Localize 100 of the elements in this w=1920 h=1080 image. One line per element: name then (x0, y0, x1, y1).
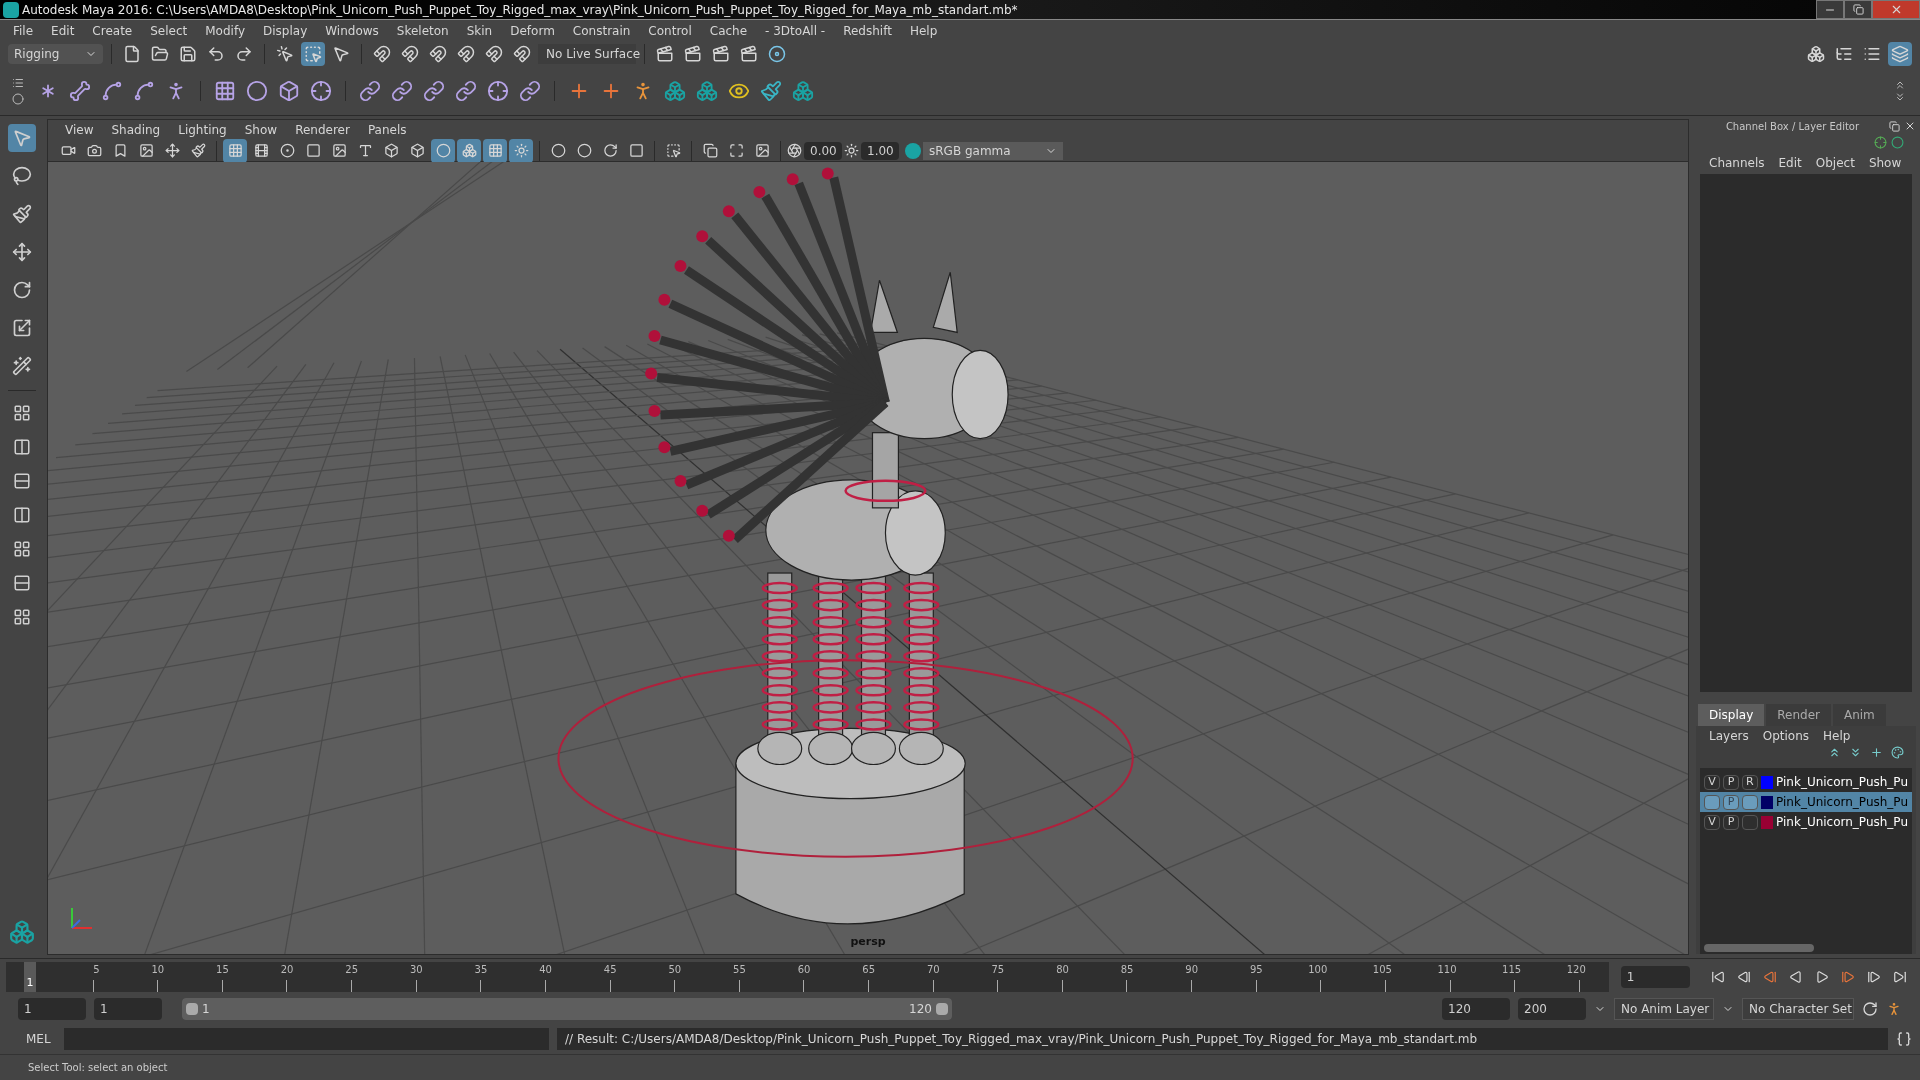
channel-box-icon[interactable] (1888, 42, 1912, 66)
visibility-toggle[interactable] (1704, 794, 1720, 810)
playback-start-field[interactable]: 1 (94, 998, 162, 1020)
range-start-handle[interactable] (186, 1003, 198, 1015)
character-set-dropdown[interactable]: No Character Set (1742, 998, 1854, 1020)
current-frame-field[interactable]: 1 (1620, 965, 1690, 988)
range-end-handle[interactable] (936, 1003, 948, 1015)
orient-constraint-icon[interactable] (422, 78, 446, 103)
time-slider[interactable]: 1 5 10 15 20 25 30 35 40 45 50 55 60 65 70 75 80 85 90 95 100 105 110 115 120 (6, 961, 1609, 992)
viewport-menu-item[interactable]: Shading (102, 121, 170, 139)
layer-color-swatch[interactable] (1760, 775, 1773, 789)
current-frame-marker[interactable]: 1 (24, 961, 36, 992)
pole-vector-icon[interactable] (518, 78, 542, 103)
frame-tick-label: 105 (1372, 962, 1392, 977)
layer-color-swatch[interactable] (1760, 815, 1773, 829)
range-slider[interactable]: 1 120 (182, 998, 952, 1020)
color-management-icon[interactable] (905, 142, 921, 159)
menu-item[interactable]: Help (900, 22, 947, 40)
start-frame-field[interactable]: 1 (18, 998, 86, 1020)
float-icon[interactable] (1889, 120, 1900, 132)
playback-end-field[interactable]: 120 (1442, 998, 1510, 1020)
menu-item[interactable]: Create (83, 22, 142, 40)
layer-row[interactable]: V P R Pink_Unicorn_Push_Pu (1700, 772, 1912, 792)
layer-row[interactable]: V P Pink_Unicorn_Push_Pu (1700, 812, 1912, 832)
menu-item[interactable]: Cache (700, 22, 757, 40)
circle-icon[interactable] (1891, 136, 1904, 149)
bone-icon[interactable] (68, 78, 92, 103)
color-space-dropdown[interactable]: sRGB gamma (923, 141, 1063, 160)
move-layer-up-icon[interactable] (1828, 746, 1841, 759)
layer-editor-tab[interactable]: Anim (1832, 704, 1886, 726)
channel-box-menu-item[interactable]: Edit (1773, 154, 1807, 172)
end-frame-field[interactable]: 200 (1518, 998, 1586, 1020)
layer-editor-tab[interactable]: Display (1698, 704, 1765, 726)
gamma-field[interactable]: 1.00 (861, 141, 899, 160)
menu-item[interactable]: Select (141, 22, 197, 40)
scale-constraint-icon[interactable] (454, 78, 478, 103)
menu-item[interactable]: Windows (316, 22, 388, 40)
menu-item[interactable]: File (4, 22, 43, 40)
paint-weights-icon[interactable] (759, 78, 783, 103)
menu-item[interactable]: Modify (196, 22, 254, 40)
playback-toggle[interactable]: P (1722, 794, 1739, 810)
layer-row[interactable]: P Pink_Unicorn_Push_Pu (1700, 792, 1912, 812)
reference-toggle[interactable] (1741, 794, 1758, 810)
playback-toggle[interactable]: P (1722, 774, 1739, 790)
menu-item[interactable]: Skeleton (387, 22, 458, 40)
mode-dropdown[interactable]: Rigging (8, 44, 103, 64)
viewport-menu-item[interactable]: Renderer (286, 121, 359, 139)
layer-editor-tab[interactable]: Render (1766, 704, 1831, 726)
layer-color-swatch[interactable] (1760, 795, 1773, 809)
new-layer-selected-icon[interactable] (1891, 746, 1904, 759)
command-language-label[interactable]: MEL (26, 1030, 56, 1048)
frame-tick-label: 85 (1120, 962, 1134, 977)
anim-layer-dropdown[interactable]: No Anim Layer (1614, 998, 1714, 1020)
gamma-icon[interactable] (844, 143, 859, 158)
move-layer-down-icon[interactable] (1849, 746, 1862, 759)
manipulator-icon[interactable] (1874, 136, 1887, 149)
script-editor-icon[interactable] (1896, 1031, 1912, 1047)
menu-item[interactable]: Skin (457, 22, 502, 40)
restore-button[interactable] (1844, 0, 1872, 19)
parent-constraint-icon[interactable] (358, 78, 382, 103)
reference-toggle[interactable] (1741, 814, 1758, 830)
channel-box-menu-item[interactable]: Object (1810, 154, 1860, 172)
channel-box-menu-item[interactable]: Show (1863, 154, 1907, 172)
viewport-menu-item[interactable]: View (56, 121, 103, 139)
select-tool-icon[interactable] (8, 124, 36, 152)
menu-item[interactable]: Constrain (563, 22, 640, 40)
menu-item[interactable]: Display (254, 22, 317, 40)
auto-key-icon[interactable] (1862, 1001, 1878, 1017)
control-curve[interactable] (557, 659, 1134, 858)
channel-box-menu-item[interactable]: Channels (1704, 154, 1770, 172)
light-icon[interactable] (509, 138, 533, 163)
frame-tick-label: 100 (1308, 962, 1328, 977)
visibility-toggle[interactable]: V (1704, 774, 1720, 790)
layer-menu-item[interactable]: Layers (1704, 727, 1754, 745)
reference-toggle[interactable]: R (1741, 774, 1758, 790)
layer-menu-item[interactable]: Options (1757, 727, 1815, 745)
menu-item[interactable]: Redshift (834, 22, 901, 40)
menu-item[interactable]: Deform (501, 22, 564, 40)
menu-item[interactable]: Edit (42, 22, 84, 40)
point-constraint-icon[interactable] (390, 78, 414, 103)
horizontal-scrollbar[interactable] (1704, 944, 1814, 952)
menu-item[interactable]: - 3DtoAll - (756, 22, 835, 40)
visibility-toggle[interactable]: V (1704, 814, 1720, 830)
layer-name: Pink_Unicorn_Push_Pu (1776, 814, 1908, 831)
exposure-field[interactable]: 0.00 (804, 141, 842, 160)
close-icon[interactable] (1904, 120, 1916, 132)
frame-tick-label: 55 (733, 962, 746, 977)
puppet-model-drawing[interactable] (645, 167, 1009, 925)
minimize-button[interactable] (1816, 0, 1844, 19)
viewport-menu-item[interactable]: Show (235, 121, 287, 139)
viewport-menu-item[interactable]: Panels (358, 121, 416, 139)
selection-mode-icon[interactable] (301, 42, 325, 66)
menu-item[interactable]: Control (639, 22, 701, 40)
layer-menu-item[interactable]: Help (1818, 727, 1856, 745)
new-layer-icon[interactable] (1870, 746, 1883, 759)
exposure-icon[interactable] (787, 143, 802, 158)
viewport-menu-item[interactable]: Lighting (169, 121, 236, 139)
command-input-field[interactable] (64, 1028, 549, 1050)
playback-toggle[interactable]: P (1722, 814, 1739, 830)
grid-icon[interactable] (223, 138, 247, 163)
